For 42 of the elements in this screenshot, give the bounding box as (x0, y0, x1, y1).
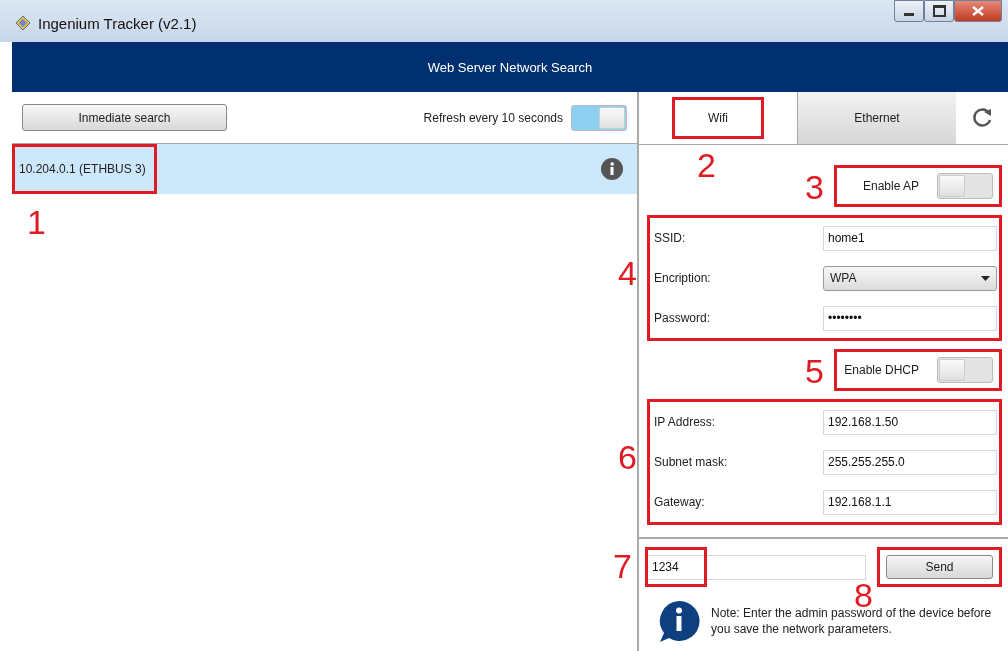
input-field[interactable]: •••••••• (823, 305, 997, 331)
refresh-icon[interactable] (971, 107, 993, 129)
toggle-switch[interactable] (937, 357, 993, 383)
window-title: Ingenium Tracker (v2.1) (38, 14, 197, 32)
app-icon (14, 14, 32, 32)
maximize-button[interactable] (924, 0, 954, 22)
callout-number: 7 (613, 548, 632, 583)
close-icon (972, 6, 984, 16)
field-label: IP Address: (654, 415, 717, 429)
toggle-label: Enable DHCP (844, 363, 919, 377)
highlight-frame (645, 546, 707, 587)
input-field[interactable]: 255.255.255.0 (823, 449, 997, 475)
close-button[interactable] (954, 0, 1002, 22)
callout-number: 5 (805, 354, 824, 388)
refresh-label: Refresh every 10 seconds (423, 110, 563, 125)
field-label: Password: (654, 311, 712, 325)
minimize-button[interactable] (894, 0, 924, 22)
input-field[interactable]: 192.168.1.1 (823, 489, 997, 515)
caret-icon (981, 275, 990, 281)
callout-number: 4 (618, 256, 637, 290)
search-button[interactable]: Inmediate search (22, 104, 227, 131)
field-label: Encription: (654, 271, 712, 285)
info-icon[interactable] (601, 158, 623, 180)
callout-number: 6 (618, 440, 637, 474)
toggle-label: Enable AP (862, 179, 919, 193)
password-field[interactable]: 1234 (647, 554, 866, 580)
input-field[interactable]: home1 (823, 225, 997, 251)
field-label: SSID: (654, 231, 687, 245)
callout-number: 1 (27, 205, 46, 239)
send-button[interactable]: Send (886, 555, 993, 579)
tab[interactable]: Ethernet (797, 92, 956, 144)
field-label: Subnet mask: (654, 455, 729, 469)
callout-number: 2 (697, 148, 716, 182)
header-title: Web Server Network Search (427, 59, 593, 75)
info-bubble-icon (657, 599, 701, 643)
device-name: 10.204.0.1 (ETHBUS 3) (19, 162, 146, 176)
toggle-switch[interactable] (571, 104, 627, 131)
field-label: Gateway: (654, 495, 706, 509)
input-field[interactable]: 192.168.1.50 (823, 409, 997, 435)
dropdown[interactable]: WPA (823, 265, 997, 291)
callout-number: 3 (805, 170, 824, 204)
toggle-switch[interactable] (937, 173, 993, 199)
